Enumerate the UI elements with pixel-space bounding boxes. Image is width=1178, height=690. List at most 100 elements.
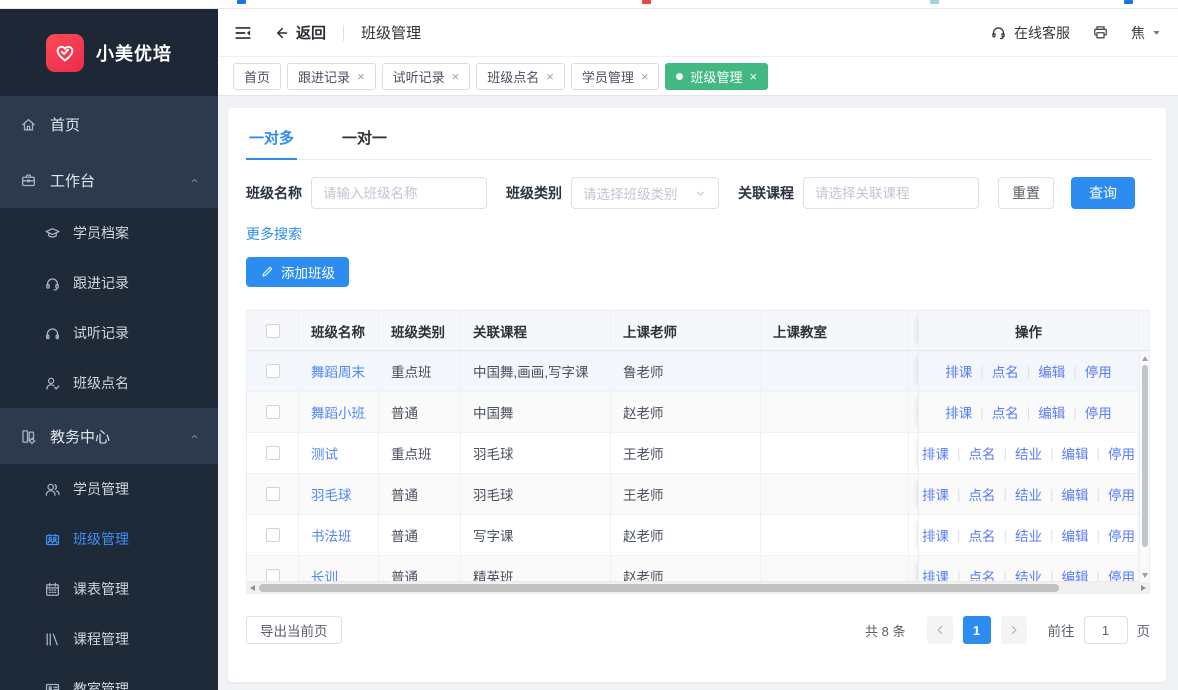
sidebar-item-student-archives[interactable]: 学员档案 xyxy=(0,208,218,258)
action-link-点名[interactable]: 点名 xyxy=(968,484,995,504)
class-name-link[interactable]: 测试 xyxy=(311,443,338,463)
table-row-2: 测试重点班羽毛球王老师排课|点名|结业|编辑|停用 xyxy=(247,433,1149,474)
action-link-结业[interactable]: 结业 xyxy=(1015,484,1042,504)
action-link-编辑[interactable]: 编辑 xyxy=(1062,443,1089,463)
back-button[interactable]: 返回 xyxy=(273,22,326,43)
sidebar-item-follow-records[interactable]: 跟进记录 xyxy=(0,258,218,308)
row-checkbox[interactable] xyxy=(266,569,280,581)
filter-input-2[interactable] xyxy=(815,186,967,201)
add-class-button[interactable]: 添加班级 xyxy=(246,257,349,287)
classroom-cell xyxy=(761,515,909,555)
action-link-编辑[interactable]: 编辑 xyxy=(1038,361,1065,381)
mode-tab-1[interactable]: 一对一 xyxy=(339,127,390,159)
class-name-link[interactable]: 书法班 xyxy=(311,525,352,545)
page-tab-1[interactable]: 跟进记录× xyxy=(287,63,376,90)
goto-page-input[interactable] xyxy=(1084,616,1128,644)
online-service-button[interactable]: 在线客服 xyxy=(990,23,1070,43)
row-checkbox[interactable] xyxy=(266,446,280,460)
horizontal-scroll-thumb[interactable] xyxy=(259,584,1059,592)
sidebar-item-workbench[interactable]: 工作台 xyxy=(0,152,218,208)
action-link-排课[interactable]: 排课 xyxy=(922,566,949,581)
action-separator: | xyxy=(1073,364,1077,379)
close-tab-icon[interactable]: × xyxy=(749,70,757,83)
sidebar-collapse-icon[interactable] xyxy=(234,24,252,42)
print-icon[interactable] xyxy=(1092,24,1109,41)
action-link-编辑[interactable]: 编辑 xyxy=(1062,484,1089,504)
fixed-column-gap xyxy=(909,392,918,432)
search-button[interactable]: 查询 xyxy=(1071,177,1135,209)
close-tab-icon[interactable]: × xyxy=(641,70,649,83)
action-link-编辑[interactable]: 编辑 xyxy=(1062,525,1089,545)
action-link-排课[interactable]: 排课 xyxy=(922,484,949,504)
action-link-排课[interactable]: 排课 xyxy=(922,525,949,545)
class-name-link[interactable]: 舞蹈小班赵老 xyxy=(311,402,366,422)
row-checkbox[interactable] xyxy=(266,405,280,419)
close-tab-icon[interactable]: × xyxy=(546,70,554,83)
close-tab-icon[interactable]: × xyxy=(452,70,460,83)
caret-down-icon xyxy=(1151,27,1162,38)
sidebar-item-schedule-mgmt[interactable]: 课表管理 xyxy=(0,564,218,614)
sidebar-item-course-mgmt[interactable]: 课程管理 xyxy=(0,614,218,664)
filter-input-0[interactable] xyxy=(323,186,475,201)
page-tab-3[interactable]: 班级点名× xyxy=(476,63,565,90)
action-link-点名[interactable]: 点名 xyxy=(968,525,995,545)
class-name-link[interactable]: 舞蹈周末王老 xyxy=(311,361,366,381)
vertical-scrollbar[interactable] xyxy=(1139,352,1149,582)
page-tab-0[interactable]: 首页 xyxy=(233,63,281,90)
scroll-down-arrow[interactable] xyxy=(1142,573,1148,578)
row-checkbox[interactable] xyxy=(266,487,280,501)
action-link-编辑[interactable]: 编辑 xyxy=(1062,566,1089,581)
action-link-排课[interactable]: 排课 xyxy=(945,402,972,422)
vertical-scroll-thumb[interactable] xyxy=(1142,365,1148,547)
sidebar-item-audition-records[interactable]: 试听记录 xyxy=(0,308,218,358)
column-header-0: 班级名称 xyxy=(299,311,379,350)
scroll-left-arrow[interactable] xyxy=(250,585,255,591)
action-link-停用[interactable]: 停用 xyxy=(1108,525,1135,545)
action-link-点名[interactable]: 点名 xyxy=(968,443,995,463)
prev-page-button[interactable] xyxy=(927,616,953,644)
class-name-link[interactable]: 羽毛球 xyxy=(311,484,352,504)
action-link-结业[interactable]: 结业 xyxy=(1015,566,1042,581)
action-link-编辑[interactable]: 编辑 xyxy=(1038,402,1065,422)
class-name-link[interactable]: 长训 xyxy=(311,566,338,581)
horizontal-scrollbar[interactable] xyxy=(247,581,1149,593)
reset-button[interactable]: 重置 xyxy=(998,177,1054,209)
sidebar-item-class-mgmt[interactable]: 班级管理 xyxy=(0,514,218,564)
action-link-排课[interactable]: 排课 xyxy=(922,443,949,463)
close-tab-icon[interactable]: × xyxy=(357,70,365,83)
export-button[interactable]: 导出当前页 xyxy=(246,616,342,644)
action-link-点名[interactable]: 点名 xyxy=(968,566,995,581)
action-link-点名[interactable]: 点名 xyxy=(992,402,1019,422)
more-search-link[interactable]: 更多搜索 xyxy=(246,224,302,244)
action-separator: | xyxy=(1050,528,1054,543)
action-link-停用[interactable]: 停用 xyxy=(1108,443,1135,463)
action-link-点名[interactable]: 点名 xyxy=(992,361,1019,381)
action-link-停用[interactable]: 停用 xyxy=(1085,402,1112,422)
page-tab-5[interactable]: 班级管理× xyxy=(665,63,768,90)
current-page-button[interactable]: 1 xyxy=(963,616,991,644)
scroll-right-arrow[interactable] xyxy=(1141,585,1146,591)
sidebar-item-class-rollcall[interactable]: 班级点名 xyxy=(0,358,218,408)
page-tab-2[interactable]: 试听记录× xyxy=(382,63,471,90)
scroll-up-arrow[interactable] xyxy=(1142,356,1148,361)
sidebar-item-academic-center[interactable]: 教务中心 xyxy=(0,408,218,464)
action-link-结业[interactable]: 结业 xyxy=(1015,525,1042,545)
action-link-结业[interactable]: 结业 xyxy=(1015,443,1042,463)
action-link-停用[interactable]: 停用 xyxy=(1085,361,1112,381)
action-link-停用[interactable]: 停用 xyxy=(1108,566,1135,581)
mode-tab-0[interactable]: 一对多 xyxy=(246,127,297,159)
select-all-checkbox[interactable] xyxy=(266,324,280,338)
page-tab-4[interactable]: 学员管理× xyxy=(571,63,660,90)
brand-title: 小美优培 xyxy=(96,40,172,66)
row-checkbox[interactable] xyxy=(266,364,280,378)
action-link-排课[interactable]: 排课 xyxy=(945,361,972,381)
filter-select-1[interactable]: 请选择班级类别 xyxy=(571,177,719,209)
user-menu[interactable]: 焦 xyxy=(1131,23,1162,43)
action-link-停用[interactable]: 停用 xyxy=(1108,484,1135,504)
next-page-button[interactable] xyxy=(1001,616,1027,644)
row-checkbox[interactable] xyxy=(266,528,280,542)
action-separator: | xyxy=(1027,364,1031,379)
sidebar-item-classroom-mgmt[interactable]: 教室管理 xyxy=(0,664,218,690)
sidebar-item-home[interactable]: 首页 xyxy=(0,96,218,152)
sidebar-item-student-mgmt[interactable]: 学员管理 xyxy=(0,464,218,514)
